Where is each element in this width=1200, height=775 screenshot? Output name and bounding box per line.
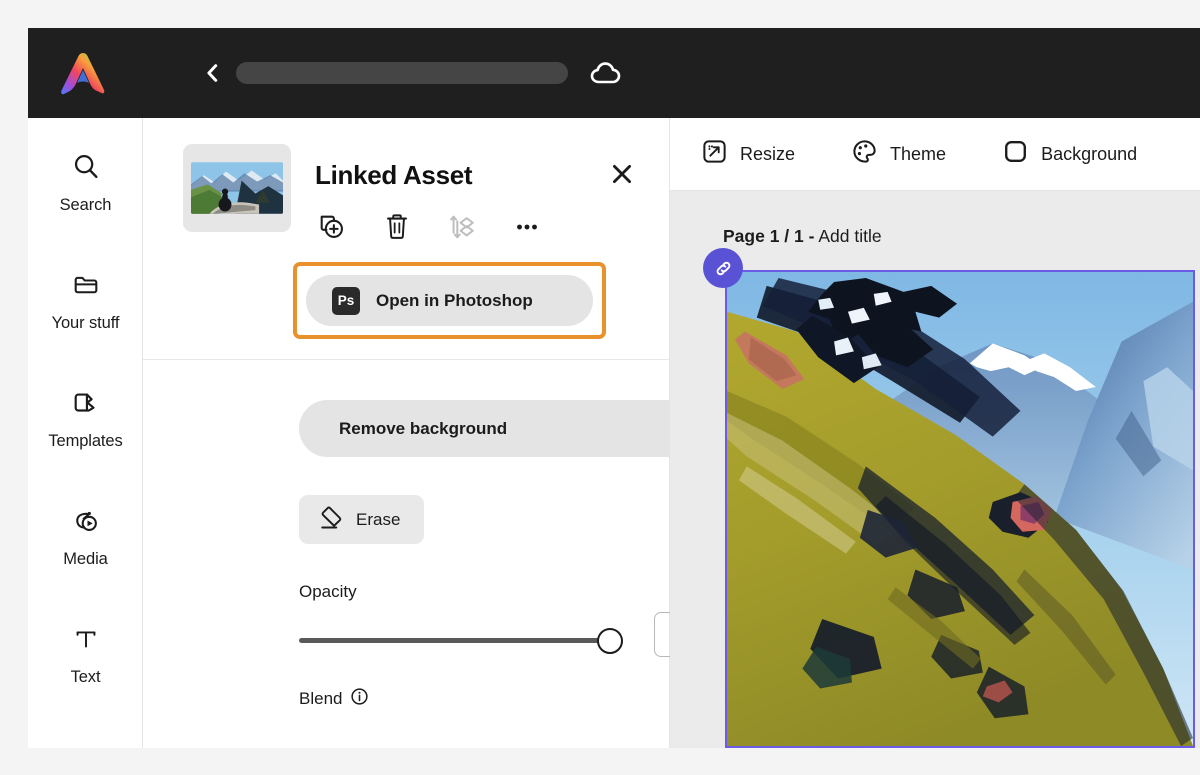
sidebar-item-label: Templates xyxy=(48,432,123,450)
resize-label: Resize xyxy=(740,143,796,164)
sidebar-item-label: Search xyxy=(59,196,112,214)
blend-label: Blend xyxy=(299,689,343,708)
page-title: Linked Asset xyxy=(315,160,473,190)
folder-icon xyxy=(71,262,101,308)
resize-button[interactable]: Resize xyxy=(701,138,795,170)
rounded-square-icon xyxy=(1002,138,1029,170)
link-icon[interactable] xyxy=(703,248,743,288)
layer-order-icon xyxy=(445,210,479,244)
more-icon[interactable] xyxy=(510,210,544,244)
palette-icon xyxy=(851,138,878,170)
theme-button[interactable]: Theme xyxy=(851,138,946,170)
background-label: Background xyxy=(1041,143,1138,164)
page-number: Page 1 / 1 - xyxy=(723,226,815,246)
sidebar-item-text[interactable]: Text xyxy=(28,616,143,734)
adobe-express-app: Search Your stuff Templates Media Text L… xyxy=(28,28,1200,748)
left-rail: Search Your stuff Templates Media Text xyxy=(28,118,143,748)
blend-section: Blend xyxy=(299,687,369,711)
info-icon[interactable] xyxy=(350,687,369,711)
theme-label: Theme xyxy=(890,143,947,164)
properties-panel: Linked Asset Ps Open in Photoshop Remove… xyxy=(143,118,745,748)
sidebar-item-label: Text xyxy=(70,668,101,686)
sidebar-item-media[interactable]: Media xyxy=(28,498,143,616)
templates-icon xyxy=(71,380,101,426)
media-icon xyxy=(71,498,101,544)
asset-actions xyxy=(315,210,544,244)
document-title-input[interactable] xyxy=(236,62,568,84)
eraser-icon xyxy=(317,503,345,536)
back-button[interactable] xyxy=(200,60,226,86)
opacity-slider[interactable] xyxy=(299,628,634,654)
canvas-toolbar: Resize Theme Background xyxy=(670,118,1200,191)
text-icon xyxy=(71,616,101,662)
adobe-express-logo[interactable] xyxy=(56,48,110,98)
search-icon xyxy=(71,144,101,190)
slider-track xyxy=(299,638,619,643)
page-indicator[interactable]: Page 1 / 1 - Add title xyxy=(723,226,882,247)
panel-header: Linked Asset Ps Open in Photoshop xyxy=(143,118,669,360)
close-icon[interactable] xyxy=(608,160,636,188)
open-in-photoshop-highlight: Ps Open in Photoshop xyxy=(293,262,606,339)
sidebar-item-label: Media xyxy=(63,550,108,568)
app-body: Search Your stuff Templates Media Text L… xyxy=(28,118,1200,748)
asset-thumbnail[interactable] xyxy=(183,144,291,232)
trash-icon[interactable] xyxy=(380,210,414,244)
top-bar xyxy=(28,28,1200,118)
open-in-photoshop-label: Open in Photoshop xyxy=(376,290,533,310)
canvas-area: Resize Theme Background Page 1 / 1 - Add… xyxy=(670,118,1200,748)
photoshop-icon: Ps xyxy=(332,286,360,315)
duplicate-icon[interactable] xyxy=(315,210,349,244)
artboard-image[interactable] xyxy=(725,270,1195,748)
erase-button[interactable]: Erase xyxy=(299,495,425,544)
slider-handle[interactable] xyxy=(597,628,623,654)
page-title-placeholder[interactable]: Add title xyxy=(818,226,881,246)
sidebar-item-your-stuff[interactable]: Your stuff xyxy=(28,262,143,380)
cloud-sync-icon[interactable] xyxy=(590,58,624,88)
open-in-photoshop-button[interactable]: Ps Open in Photoshop xyxy=(306,275,593,326)
sidebar-item-label: Your stuff xyxy=(51,314,120,332)
sidebar-item-templates[interactable]: Templates xyxy=(28,380,143,498)
resize-icon xyxy=(701,138,728,170)
background-button[interactable]: Background xyxy=(1002,138,1137,170)
erase-label: Erase xyxy=(356,509,401,529)
sidebar-item-search[interactable]: Search xyxy=(28,144,143,262)
opacity-label: Opacity xyxy=(299,582,357,601)
